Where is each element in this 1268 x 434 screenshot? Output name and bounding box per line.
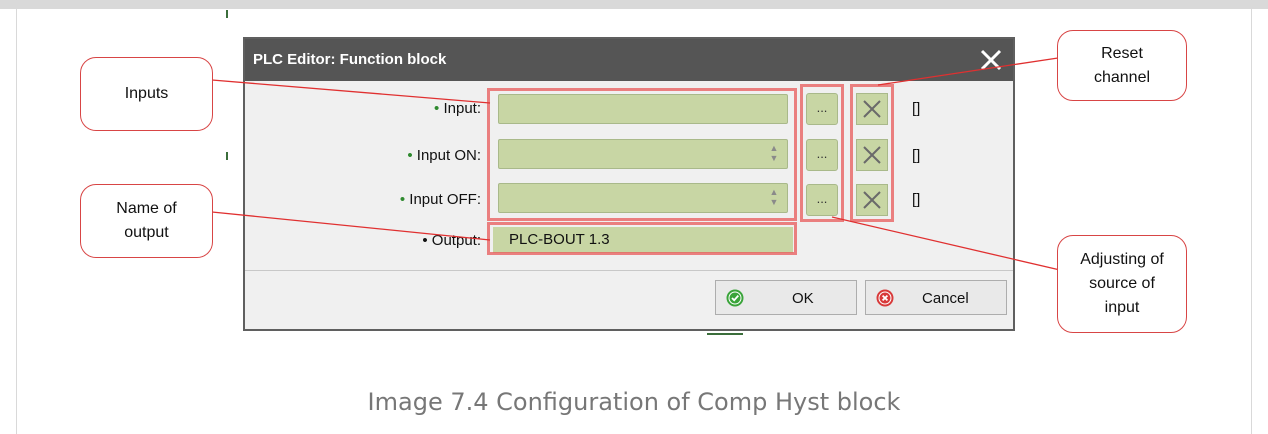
browse-connector <box>831 216 1061 271</box>
adjusting-source-callout-text: Adjusting of source of input <box>1080 251 1164 316</box>
inputs-callout-text: Inputs <box>124 85 169 102</box>
name-of-output-callout: Name of output <box>80 184 213 258</box>
reset-channel-callout-text: Reset channel <box>1093 44 1151 86</box>
reset-channel-callout: Reset channel <box>1057 30 1187 101</box>
figure-caption: Image 7.4 Configuration of Comp Hyst blo… <box>367 388 901 416</box>
inputs-connector <box>211 79 491 104</box>
adjusting-source-callout: Adjusting of source of input <box>1057 235 1187 333</box>
output-connector <box>211 211 491 241</box>
name-of-output-callout-text: Name of output <box>116 200 177 241</box>
reset-connector <box>877 57 1059 86</box>
inputs-callout: Inputs <box>80 57 213 131</box>
